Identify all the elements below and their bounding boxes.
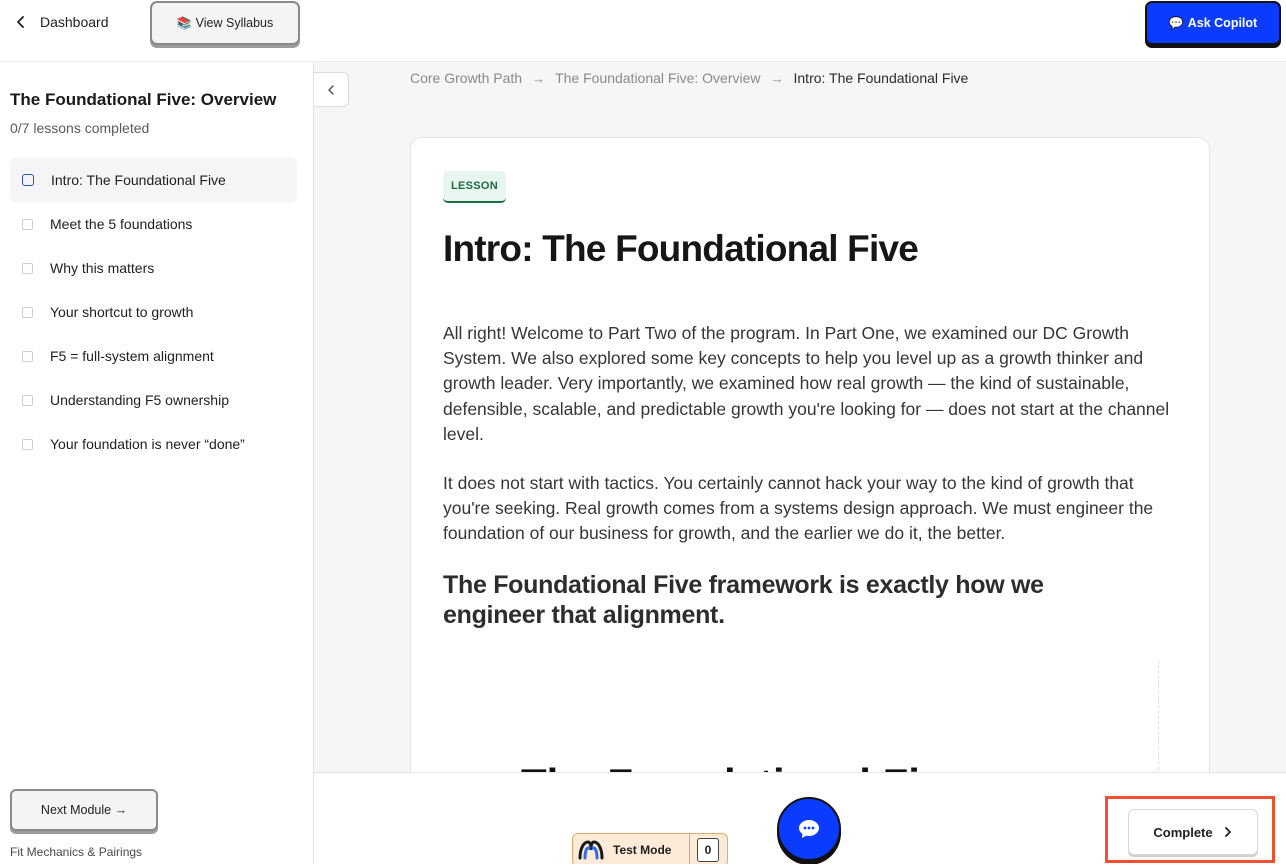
chat-bubble-icon	[799, 820, 819, 838]
lesson-label: F5 = full-system alignment	[50, 348, 214, 364]
lesson-card: LESSON Intro: The Foundational Five All …	[410, 137, 1210, 772]
lesson-item-ownership[interactable]: Understanding F5 ownership	[10, 378, 297, 422]
test-mode-label: Test Mode	[613, 843, 672, 857]
lesson-list: Intro: The Foundational Five Meet the 5 …	[10, 158, 297, 466]
chat-button[interactable]	[777, 797, 841, 861]
lesson-checkbox[interactable]	[22, 218, 33, 230]
lesson-callout: The Foundational Five framework is exact…	[443, 571, 1044, 629]
arrow-right-icon: →	[532, 70, 546, 86]
lesson-checkbox[interactable]	[22, 394, 33, 406]
lesson-checkbox[interactable]	[22, 262, 33, 274]
ask-copilot-button[interactable]: 💬 Ask Copilot	[1145, 1, 1281, 45]
chevron-left-icon	[328, 84, 334, 95]
lessons-progress: 0/7 lessons completed	[10, 120, 150, 136]
brand-logo-icon	[573, 833, 609, 864]
lesson-item-intro[interactable]: Intro: The Foundational Five	[10, 158, 297, 202]
lesson-checkbox[interactable]	[22, 174, 34, 186]
back-label: Dashboard	[40, 14, 109, 30]
lesson-type-badge: LESSON	[443, 171, 507, 203]
lesson-item-alignment[interactable]: F5 = full-system alignment	[10, 334, 297, 378]
back-to-dashboard-link[interactable]: Dashboard	[14, 12, 109, 32]
ask-copilot-label: Ask Copilot	[1187, 16, 1258, 30]
lesson-label: Intro: The Foundational Five	[51, 172, 226, 188]
lesson-label: Your foundation is never “done”	[50, 436, 245, 452]
breadcrumb-item-path[interactable]: Core Growth Path	[410, 70, 522, 86]
breadcrumb-item-current: Intro: The Foundational Five	[793, 70, 969, 86]
test-mode-count: 0	[697, 838, 719, 862]
divider	[689, 834, 690, 864]
top-bar: Dashboard 📚 View Syllabus 💬 Ask Copilot	[0, 0, 1286, 62]
lesson-checkbox[interactable]	[22, 350, 33, 362]
complete-button[interactable]: Complete	[1128, 809, 1258, 855]
lesson-checkbox[interactable]	[22, 306, 33, 318]
lesson-item-meet-foundations[interactable]: Meet the 5 foundations	[10, 202, 297, 246]
lesson-label: Understanding F5 ownership	[50, 392, 229, 408]
lesson-paragraph: It does not start with tactics. You cert…	[443, 473, 1154, 544]
complete-highlight: Complete	[1105, 796, 1275, 863]
test-mode-indicator[interactable]: Test Mode 0	[572, 833, 728, 864]
arrow-right-icon: →	[770, 70, 784, 86]
lesson-paragraph: All right! Welcome to Part Two of the pr…	[443, 323, 1170, 444]
breadcrumb-item-module[interactable]: The Foundational Five: Overview	[555, 70, 760, 86]
lesson-title: Intro: The Foundational Five	[443, 228, 919, 269]
lesson-checkbox[interactable]	[22, 438, 33, 450]
foundational-five-heading: The Foundational Five	[521, 760, 967, 772]
view-syllabus-label: View Syllabus	[195, 16, 274, 30]
next-module-button[interactable]: Next Module →	[10, 789, 158, 831]
lesson-item-why-matters[interactable]: Why this matters	[10, 246, 297, 290]
collapse-sidebar-button[interactable]	[314, 72, 349, 107]
chevron-left-icon	[17, 16, 24, 28]
lesson-label: Your shortcut to growth	[50, 304, 194, 320]
speech-bubble-icon: 💬	[1168, 16, 1184, 30]
lesson-label: Why this matters	[50, 260, 155, 276]
lesson-sidebar: The Foundational Five: Overview 0/7 less…	[0, 62, 314, 864]
breadcrumb: Core Growth Path → The Foundational Five…	[410, 70, 968, 86]
books-icon: 📚	[176, 16, 192, 30]
lesson-item-never-done[interactable]: Your foundation is never “done”	[10, 422, 297, 466]
view-syllabus-button[interactable]: 📚 View Syllabus	[150, 1, 300, 45]
next-module-name: Fit Mechanics & Pairings	[10, 845, 143, 859]
lesson-label: Meet the 5 foundations	[50, 216, 193, 232]
lesson-content-area: Core Growth Path → The Foundational Five…	[314, 62, 1286, 772]
lesson-item-shortcut[interactable]: Your shortcut to growth	[10, 290, 297, 334]
complete-label: Complete	[1153, 824, 1213, 840]
bottom-action-bar: Test Mode 0 Complete	[314, 772, 1286, 864]
divider	[1158, 660, 1159, 770]
module-title: The Foundational Five: Overview	[10, 90, 277, 109]
chevron-right-icon	[1224, 827, 1231, 837]
